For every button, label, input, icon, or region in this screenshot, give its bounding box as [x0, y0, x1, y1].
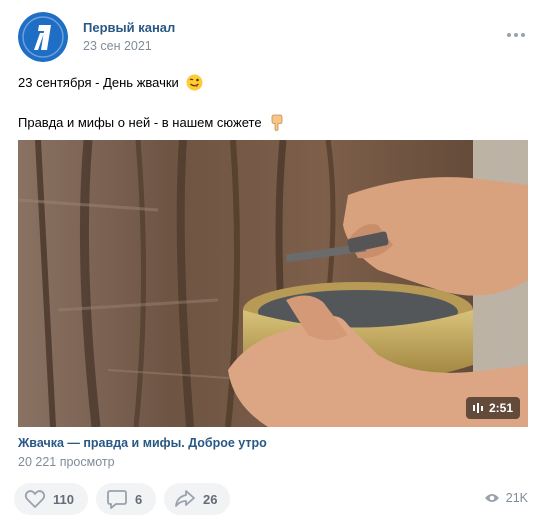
- video-thumbnail: [18, 140, 528, 427]
- like-button[interactable]: 110: [14, 483, 88, 515]
- like-icon: [24, 490, 46, 508]
- avatar[interactable]: [18, 12, 68, 62]
- channel-one-logo: [18, 12, 68, 62]
- video-views-count: 20 221 просмотр: [18, 455, 115, 469]
- share-button[interactable]: 26: [164, 483, 230, 515]
- video-title-link[interactable]: Жвачка — правда и мифы. Доброе утро: [18, 436, 267, 450]
- like-count: 110: [53, 491, 74, 507]
- post-text: Правда и мифы о ней - в нашем сюжете: [18, 115, 262, 130]
- share-icon: [175, 490, 195, 507]
- wall-post: Первый канал 23 сен 2021 23 сентября - Д…: [0, 0, 544, 524]
- video-duration-badge: 2:51: [465, 397, 520, 419]
- author-name[interactable]: Первый канал: [83, 20, 175, 35]
- video-player[interactable]: 2:51: [18, 140, 528, 427]
- comment-icon: [107, 490, 127, 509]
- eye-icon: [484, 494, 499, 502]
- post-text: 23 сентября - День жвачки: [18, 75, 179, 90]
- video-icon: [472, 403, 483, 413]
- winking-face-emoji-icon: [186, 74, 203, 94]
- post-views: 21K: [484, 491, 528, 505]
- post-text-line: 23 сентября - День жвачки: [18, 74, 203, 94]
- comment-count: 6: [135, 491, 143, 507]
- post-date[interactable]: 23 сен 2021: [83, 39, 152, 53]
- share-count: 26: [203, 491, 218, 507]
- video-duration: 2:51: [488, 401, 513, 415]
- post-text-line: Правда и мифы о ней - в нашем сюжете: [18, 114, 285, 134]
- more-icon[interactable]: [504, 28, 528, 42]
- comment-button[interactable]: 6: [96, 483, 156, 515]
- views-count: 21K: [505, 491, 528, 505]
- pointing-down-emoji-icon: [269, 114, 285, 134]
